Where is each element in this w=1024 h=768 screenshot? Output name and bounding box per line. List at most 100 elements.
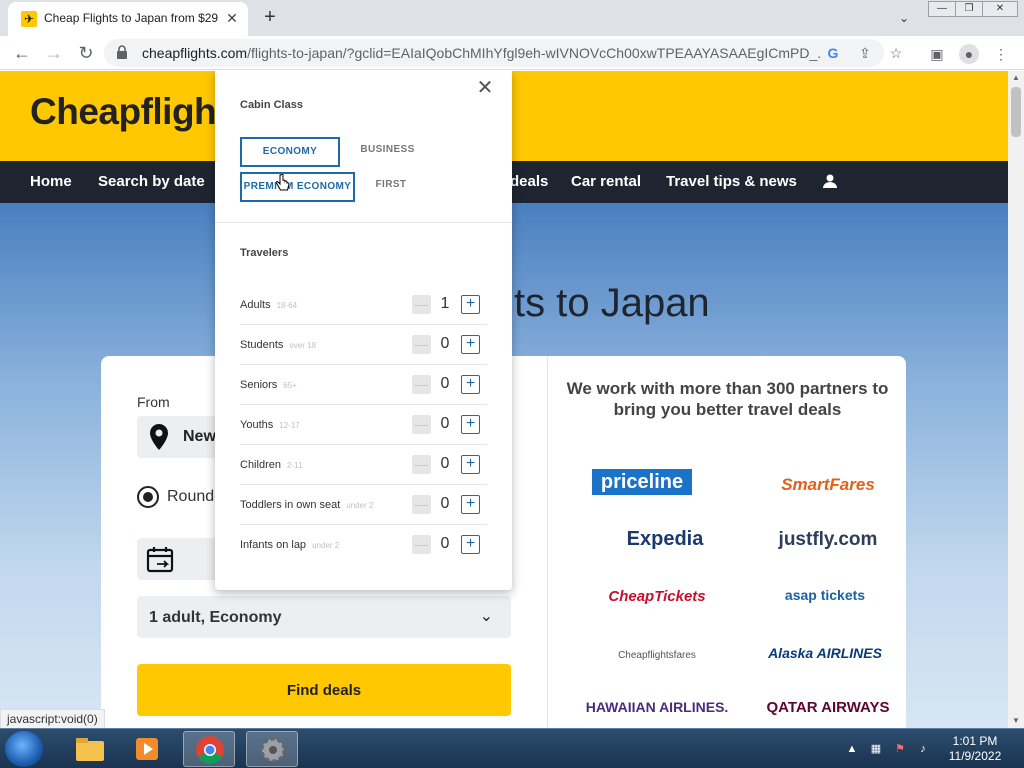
folder-icon (76, 738, 104, 761)
traveler-label: Toddlers in own seat under 2 (240, 499, 374, 511)
settings-taskbar-icon[interactable] (246, 731, 298, 767)
increment-button[interactable]: + (461, 535, 480, 554)
decrement-button[interactable]: — (412, 295, 431, 314)
hand-cursor-icon (276, 174, 290, 191)
nav-travel-tips[interactable]: Travel tips & news (666, 173, 797, 190)
web-page: Cheapflights Home Search by date deals C… (0, 71, 1008, 728)
share-icon[interactable]: ⇪ (856, 44, 874, 62)
action-center-icon[interactable]: ⚑ (892, 741, 908, 757)
scroll-up-arrow-icon[interactable]: ▲ (1008, 71, 1024, 85)
traveler-row-children: Children 2-11 — 0 + (240, 445, 487, 485)
traveler-count: 0 (440, 415, 450, 432)
travelers-heading: Travelers (240, 247, 289, 259)
network-icon[interactable]: ▦ (868, 741, 884, 757)
clock-date: 11/9/2022 (948, 749, 1002, 763)
restore-button[interactable]: ❐ (955, 1, 983, 17)
bookmark-star-icon[interactable]: ☆ (887, 44, 905, 62)
traveler-label: Infants on lap under 2 (240, 539, 340, 551)
expedia-logo: Expedia (626, 527, 704, 550)
media-player-icon (136, 738, 158, 760)
location-pin-icon (150, 424, 168, 450)
cheaptickets-logo: CheapTickets (608, 587, 706, 605)
address-bar[interactable]: cheapflights.com/flights-to-japan/?gclid… (104, 39, 902, 67)
priceline-logo: priceline (592, 469, 692, 495)
find-deals-button[interactable]: Find deals (137, 664, 511, 716)
window-close-button[interactable]: ✕ (982, 1, 1018, 17)
justfly-logo: justfly.com (778, 529, 878, 550)
decrement-button[interactable]: — (412, 495, 431, 514)
traveler-row-infants: Infants on lap under 2 — 0 + (240, 525, 487, 565)
cabin-first-option[interactable]: FIRST (365, 172, 417, 202)
nav-home[interactable]: Home (30, 173, 72, 190)
decrement-button[interactable]: — (412, 335, 431, 354)
scrollbar-thumb[interactable] (1011, 87, 1021, 137)
side-panel-icon[interactable]: ▣ (927, 44, 947, 64)
tab-title: Cheap Flights to Japan from $29 (44, 11, 219, 25)
cabin-business-option[interactable]: BUSINESS (350, 137, 425, 167)
tab-close-icon[interactable]: ✕ (224, 10, 240, 26)
menu-kebab-icon[interactable]: ⋮ (991, 44, 1011, 64)
traveler-row-youths: Youths 12-17 — 0 + (240, 405, 487, 445)
google-translate-icon[interactable]: G (824, 44, 842, 62)
cabin-economy-option[interactable]: ECONOMY (240, 137, 340, 167)
alaska-airlines-logo: Alaska AIRLINES (768, 644, 882, 661)
asap-tickets-logo: asap tickets (784, 586, 866, 603)
cabin-premium-economy-option[interactable]: PREMIUM ECONOMY (240, 172, 355, 202)
close-icon[interactable]: ✕ (475, 78, 495, 99)
traveler-row-seniors: Seniors 65+ — 0 + (240, 365, 487, 405)
decrement-button[interactable]: — (412, 375, 431, 394)
new-tab-button[interactable]: + (258, 6, 282, 30)
from-label: From (137, 394, 170, 410)
increment-button[interactable]: + (461, 375, 480, 394)
clock-time: 1:01 PM (952, 734, 998, 748)
page-scrollbar[interactable]: ▲ ▼ (1008, 71, 1024, 728)
cabin-travelers-popup: ✕ Cabin Class ECONOMY BUSINESS PREMIUM E… (215, 71, 512, 590)
decrement-button[interactable]: — (412, 455, 431, 474)
decrement-button[interactable]: — (412, 535, 431, 554)
traveler-row-students: Students over 18 — 0 + (240, 325, 487, 365)
media-player-taskbar-icon[interactable] (122, 731, 174, 767)
minimize-button[interactable]: — (928, 1, 956, 17)
windows-taskbar: ▲ ▦ ⚑ ♪ 1:01 PM 11/9/2022 (0, 728, 1024, 768)
traveler-count: 1 (440, 295, 450, 312)
traveler-count: 0 (440, 455, 450, 472)
taskbar-clock[interactable]: 1:01 PM 11/9/2022 (940, 734, 1010, 764)
calendar-icon (146, 547, 174, 573)
chevron-down-icon: ⌄ (479, 608, 493, 625)
url-text: cheapflights.com/flights-to-japan/?gclid… (142, 45, 822, 61)
chrome-taskbar-icon[interactable] (183, 731, 235, 767)
reload-icon[interactable]: ↻ (74, 41, 98, 65)
cabin-class-heading: Cabin Class (240, 99, 303, 111)
increment-button[interactable]: + (461, 415, 480, 434)
nav-search-by-date[interactable]: Search by date (98, 173, 205, 190)
status-bar-url: javascript:void(0) (0, 709, 105, 729)
nav-deals[interactable]: deals (510, 173, 548, 190)
nav-car-rental[interactable]: Car rental (571, 173, 641, 190)
travelers-cabin-dropdown[interactable]: 1 adult, Economy ⌄ (137, 596, 511, 638)
decrement-button[interactable]: — (412, 415, 431, 434)
gear-icon (260, 737, 286, 763)
forward-arrow-icon[interactable]: → (42, 41, 66, 65)
tray-expand-icon[interactable]: ▲ (844, 741, 860, 757)
traveler-label: Children 2-11 (240, 459, 303, 471)
scroll-down-arrow-icon[interactable]: ▼ (1008, 714, 1024, 728)
partners-heading: We work with more than 300 partners to b… (566, 379, 889, 419)
user-account-icon[interactable] (822, 173, 838, 189)
tab-search-chevron-icon[interactable]: ⌄ (894, 8, 914, 28)
increment-button[interactable]: + (461, 495, 480, 514)
volume-icon[interactable]: ♪ (915, 741, 931, 757)
browser-tab[interactable]: ✈ Cheap Flights to Japan from $29 ✕ (8, 2, 248, 36)
increment-button[interactable]: + (461, 335, 480, 354)
increment-button[interactable]: + (461, 295, 480, 314)
traveler-row-adults: Adults 18-64 — 1 + (240, 285, 487, 325)
travelers-summary: 1 adult, Economy (149, 609, 282, 626)
browser-toolbar: ← → ↻ cheapflights.com/flights-to-japan/… (0, 36, 1024, 70)
back-arrow-icon[interactable]: ← (10, 41, 34, 65)
cheapflightsfares-logo: Cheapflightsfares (618, 649, 696, 661)
profile-avatar-icon[interactable]: ● (959, 44, 979, 64)
traveler-count: 0 (440, 375, 450, 392)
increment-button[interactable]: + (461, 455, 480, 474)
file-explorer-taskbar-icon[interactable] (64, 731, 116, 767)
browser-tab-strip: ✈ Cheap Flights to Japan from $29 ✕ + ⌄ … (0, 0, 1024, 36)
start-button[interactable] (5, 731, 43, 767)
